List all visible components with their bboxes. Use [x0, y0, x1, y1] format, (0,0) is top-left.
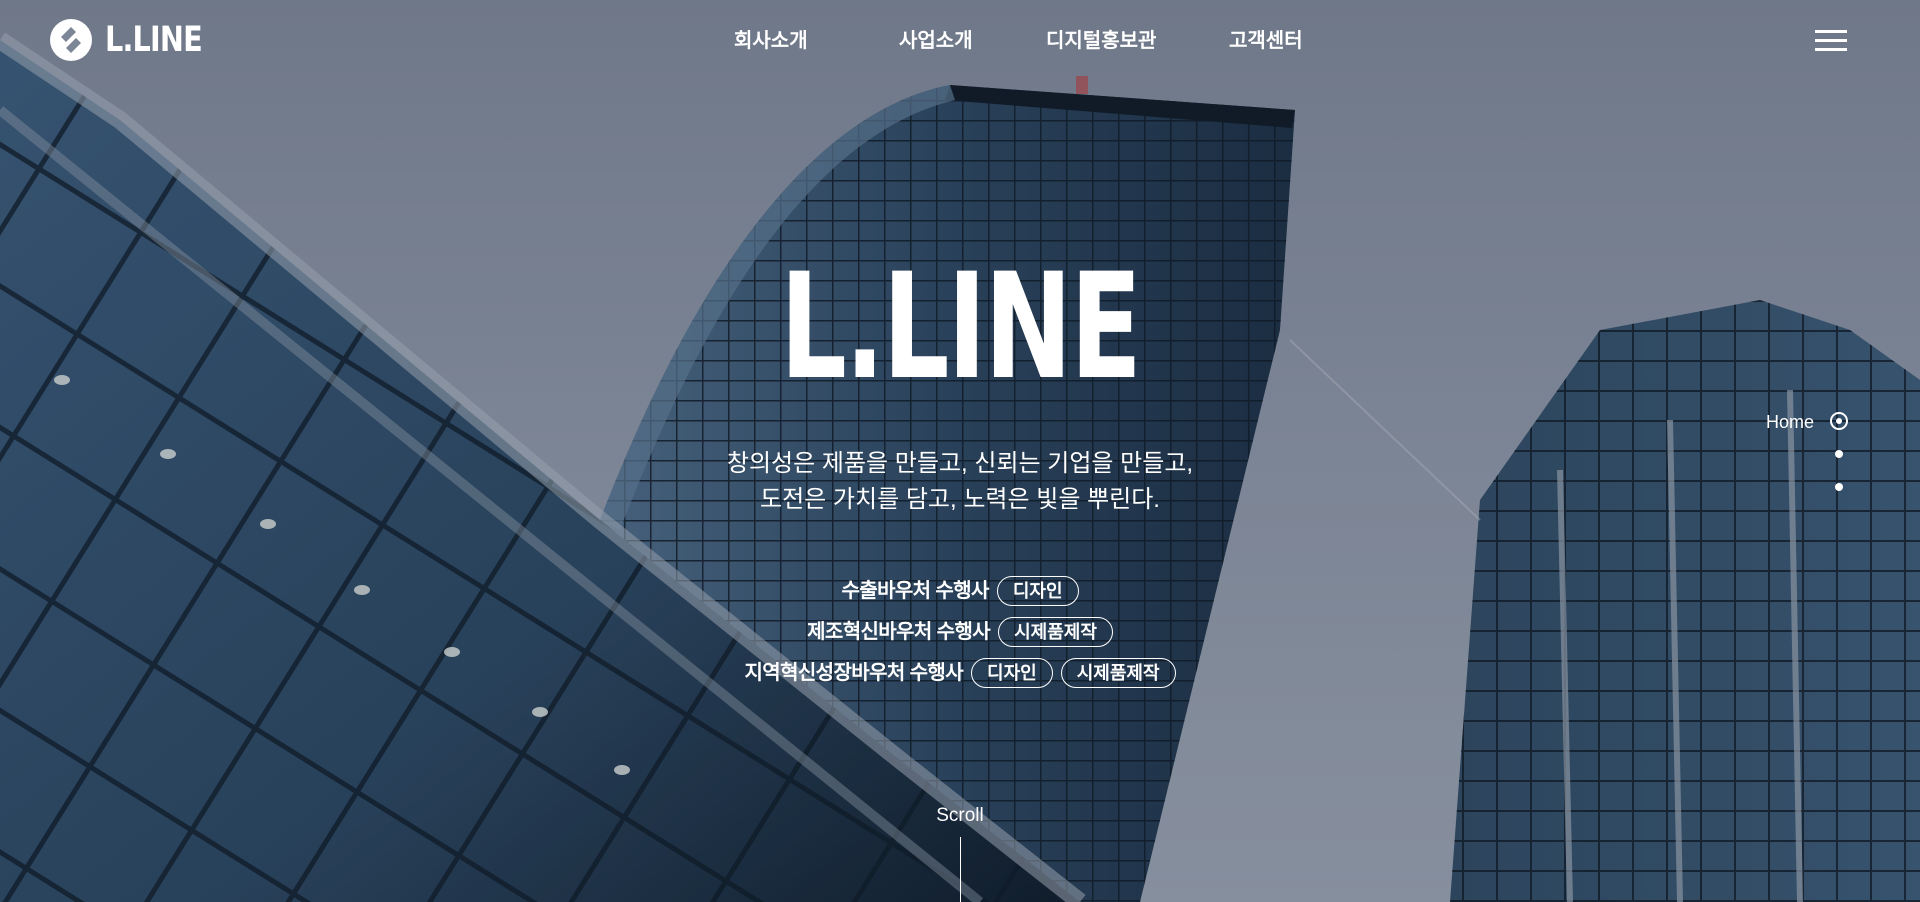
voucher-name: 제조혁신바우처 수행사 — [807, 621, 991, 643]
voucher-tag: 디자인 — [996, 576, 1079, 606]
section-dot[interactable] — [1835, 450, 1843, 458]
voucher-tag: 디자인 — [971, 658, 1053, 688]
nav-item-digital-gallery[interactable]: 디지털홍보관 — [1046, 24, 1156, 58]
voucher-list: 수출바우처 수행사 디자인 제조혁신바우처 수행사 시제품제작 지역혁신성장바우… — [0, 574, 1920, 697]
voucher-row: 지역혁신성장바우처 수행사 디자인 시제품제작 — [0, 656, 1920, 690]
hamburger-bar — [1815, 39, 1847, 42]
hero-tagline: 창의성은 제품을 만들고, 신뢰는 기업을 만들고, 도전은 가치를 담고, 노… — [0, 446, 1920, 518]
hero-title: L.LINE — [0, 254, 1920, 400]
site-header: L.LINE 회사소개 사업소개 디지털홍보관 고객센터 — [0, 0, 1920, 82]
voucher-row: 수출바우처 수행사 디자인 — [0, 574, 1920, 608]
section-dot-active[interactable] — [1830, 412, 1848, 430]
scroll-line — [960, 837, 961, 902]
voucher-row: 제조혁신바우처 수행사 시제품제작 — [0, 615, 1920, 649]
section-indicator-label[interactable]: Home — [1766, 408, 1814, 436]
voucher-name: 지역혁신성장바우처 수행사 — [744, 662, 964, 684]
section-indicator: Home — [1648, 408, 1848, 498]
hamburger-bar — [1815, 48, 1847, 51]
voucher-tag: 시제품제작 — [998, 617, 1113, 647]
hero-section: L.LINE 회사소개 사업소개 디지털홍보관 고객센터 L.LINE 창의성은… — [0, 0, 1920, 902]
nav-item-customer-center[interactable]: 고객센터 — [1229, 24, 1303, 58]
tagline-line-1: 창의성은 제품을 만들고, 신뢰는 기업을 만들고, — [726, 450, 1194, 477]
hamburger-menu-icon[interactable] — [1815, 29, 1847, 53]
tagline-line-2: 도전은 가치를 담고, 노력은 빛을 뿌린다. — [760, 486, 1160, 513]
scroll-link[interactable]: Scroll — [0, 803, 1920, 829]
hamburger-bar — [1815, 30, 1847, 33]
voucher-name: 수출바우처 수행사 — [841, 580, 989, 602]
voucher-tag: 시제품제작 — [1060, 658, 1176, 688]
main-nav: 회사소개 사업소개 디지털홍보관 고객센터 — [0, 24, 1920, 58]
nav-item-company[interactable]: 회사소개 — [734, 24, 808, 58]
section-dot[interactable] — [1835, 483, 1843, 491]
nav-item-business[interactable]: 사업소개 — [899, 24, 973, 58]
hero-title-text: L.LINE — [780, 242, 1142, 412]
